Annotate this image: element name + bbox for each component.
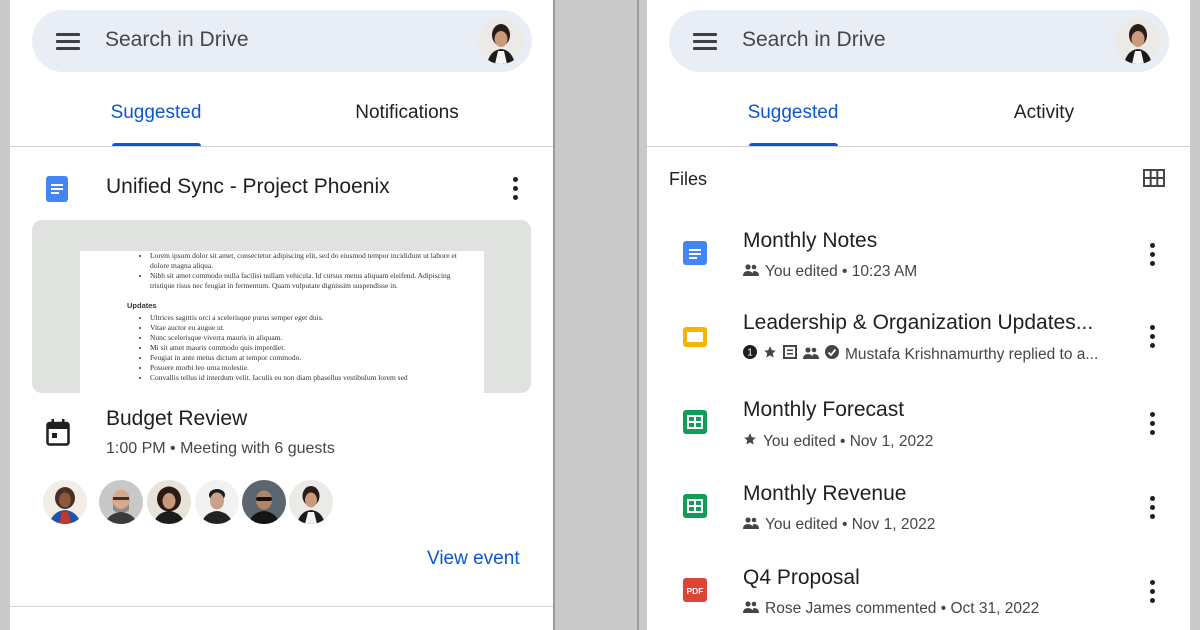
file-more-options-icon[interactable] — [1150, 412, 1156, 436]
badge-count: 1 — [747, 348, 753, 359]
left-frame-border — [553, 0, 555, 630]
file-subtitle-text: You edited • Nov 1, 2022 — [763, 432, 934, 450]
file-subtitle-text: You edited • 10:23 AM — [765, 263, 918, 280]
tab-activity[interactable]: Activity — [919, 102, 1169, 124]
event-subtitle: 1:00 PM • Meeting with 6 guests — [106, 440, 335, 457]
comment-icon — [783, 345, 797, 364]
preview-bullet: Vitae auctor eu augue ut. — [150, 323, 474, 333]
menu-icon[interactable] — [693, 33, 717, 50]
file-title: Monthly Revenue — [743, 482, 907, 505]
file-row[interactable]: Leadership & Organization Updates... 1 M… — [647, 311, 1190, 395]
file-more-options-icon[interactable] — [1150, 580, 1156, 604]
file-title: Q4 Proposal — [743, 566, 860, 589]
preview-bullet: Lorem ipsum dolor sit amet, consectetur … — [150, 251, 474, 271]
right-frame-border — [637, 0, 639, 630]
left-screen: Search in Drive Suggested Notifications … — [10, 0, 553, 630]
file-subtitle-text: Mustafa Krishnamurthy replied to a... — [845, 345, 1099, 363]
calendar-icon — [46, 419, 70, 451]
file-title: Leadership & Organization Updates... — [743, 311, 1094, 334]
guest-avatar[interactable] — [43, 480, 87, 524]
doc-preview-page: Lorem ipsum dolor sit amet, consectetur … — [80, 251, 484, 393]
search-placeholder: Search in Drive — [742, 28, 886, 51]
shared-people-icon — [743, 600, 759, 618]
file-row[interactable]: Monthly Forecast You edited • Nov 1, 202… — [647, 398, 1190, 482]
doc-preview[interactable]: Lorem ipsum dolor sit amet, consectetur … — [32, 220, 531, 393]
view-event-link[interactable]: View event — [427, 548, 520, 570]
search-placeholder: Search in Drive — [105, 28, 249, 51]
file-subtitle-text: You edited • Nov 1, 2022 — [765, 516, 936, 533]
section-label: Files — [669, 169, 708, 189]
account-avatar[interactable] — [478, 18, 524, 64]
right-screen: Search in Drive Suggested Activity Files — [647, 0, 1190, 630]
account-avatar[interactable] — [1115, 18, 1161, 64]
guest-avatar[interactable] — [195, 480, 239, 524]
assigned-check-icon — [825, 345, 839, 364]
tab-notifications[interactable]: Notifications — [282, 102, 532, 124]
sheets-icon — [683, 494, 707, 518]
preview-bullet: Feugiat in ante metus dictum at tempor c… — [150, 353, 474, 363]
file-more-options-icon[interactable] — [1150, 496, 1156, 520]
star-icon — [743, 432, 757, 451]
pdf-icon: PDF — [683, 578, 707, 602]
file-title: Monthly Forecast — [743, 398, 905, 421]
preview-heading: Updates — [127, 301, 157, 310]
preview-bullet: Posuere morbi leo urna molestie. — [150, 363, 474, 373]
file-more-options-icon[interactable] — [1150, 243, 1156, 267]
sheets-icon — [683, 410, 707, 434]
star-icon — [763, 345, 777, 364]
shared-people-icon — [743, 516, 759, 534]
file-row[interactable]: Monthly Revenue You edited • Nov 1, 2022 — [647, 482, 1190, 566]
file-subtitle: You edited • 10:23 AM — [743, 263, 917, 281]
tab-suggested[interactable]: Suggested — [668, 102, 918, 124]
event-title[interactable]: Budget Review — [106, 407, 247, 431]
guest-avatar[interactable] — [242, 480, 286, 524]
file-subtitle: 1 Mustafa Krishnamurthy replied to a... — [743, 345, 1098, 364]
active-tab-indicator — [112, 143, 201, 146]
slides-icon — [683, 327, 707, 347]
tab-suggested[interactable]: Suggested — [31, 102, 281, 124]
search-bar[interactable]: Search in Drive — [32, 10, 532, 72]
preview-bullet: Mi sit amet mauris commodo quis imperdie… — [150, 343, 474, 353]
shared-people-icon — [803, 346, 819, 364]
file-more-options-icon[interactable] — [1150, 325, 1156, 349]
file-title: Monthly Notes — [743, 229, 878, 252]
shared-people-icon — [743, 263, 759, 281]
guest-avatar[interactable] — [99, 480, 143, 524]
search-bar[interactable]: Search in Drive — [669, 10, 1169, 72]
guest-avatar[interactable] — [289, 480, 333, 524]
preview-bullet: Ultrices sagittis orci a scelerisque pur… — [150, 313, 474, 323]
file-subtitle-text: Rose James commented • Oct 31, 2022 — [765, 600, 1040, 617]
divider — [10, 606, 553, 607]
file-row[interactable]: Monthly Notes You edited • 10:23 AM — [647, 229, 1190, 313]
file-row[interactable]: PDF Q4 Proposal Rose James commented • O… — [647, 566, 1190, 630]
file-subtitle: You edited • Nov 1, 2022 — [743, 516, 935, 534]
grid-view-icon[interactable] — [1143, 169, 1165, 192]
docs-icon — [46, 176, 68, 202]
preview-bullet: Nunc scelerisque viverra mauris in aliqu… — [150, 333, 474, 343]
doc-more-options-icon[interactable] — [513, 177, 519, 201]
doc-title[interactable]: Unified Sync - Project Phoenix — [106, 175, 390, 199]
tab-bar: Suggested Activity — [647, 80, 1190, 147]
menu-icon[interactable] — [56, 33, 80, 50]
preview-bullet: Convallis tellus id interdum velit. Iacu… — [150, 373, 474, 383]
preview-bullet: Nibh sit amet commodo nulla facilisi nul… — [150, 271, 474, 291]
file-subtitle: Rose James commented • Oct 31, 2022 — [743, 600, 1039, 618]
active-tab-indicator — [749, 143, 838, 146]
guest-avatar[interactable] — [147, 480, 191, 524]
tab-bar: Suggested Notifications — [10, 80, 553, 147]
file-subtitle: You edited • Nov 1, 2022 — [743, 432, 933, 451]
pdf-label: PDF — [687, 586, 704, 596]
notification-count-badge: 1 — [743, 345, 757, 364]
docs-icon — [683, 241, 707, 265]
